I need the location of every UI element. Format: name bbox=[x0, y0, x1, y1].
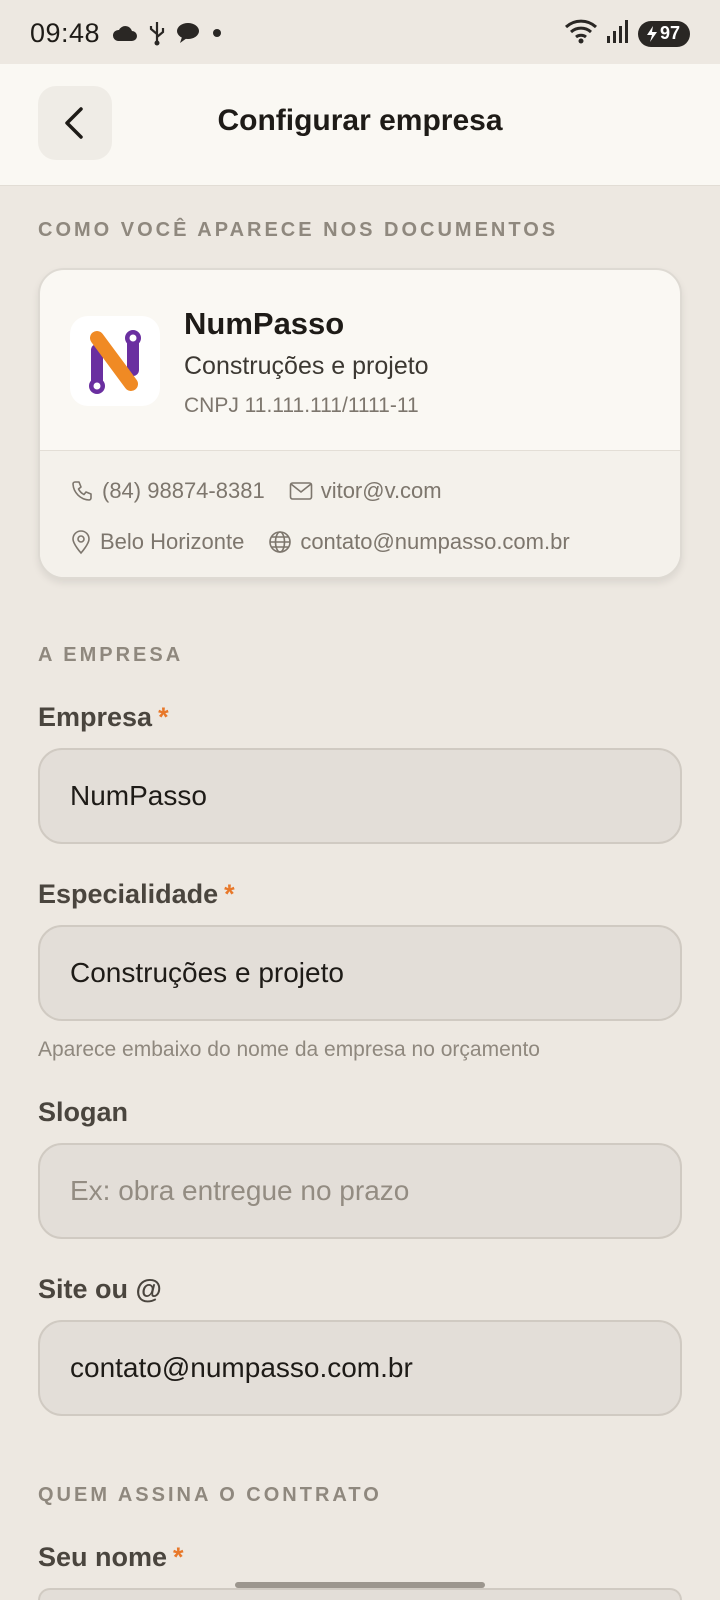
seu-nome-label-text: Seu nome bbox=[38, 1542, 168, 1572]
slogan-label: Slogan bbox=[38, 1097, 129, 1127]
phone-icon bbox=[72, 481, 92, 501]
preview-city: Belo Horizonte bbox=[70, 529, 244, 555]
wifi-icon bbox=[564, 18, 598, 49]
battery-level: 97 bbox=[660, 23, 681, 43]
especialidade-label-text: Especialidade bbox=[38, 879, 219, 909]
app-header: Configurar empresa bbox=[0, 64, 720, 186]
preview-phone: (84) 98874-8381 bbox=[70, 478, 265, 504]
cloud-icon bbox=[112, 23, 138, 48]
preview-email: vitor@v.com bbox=[289, 478, 442, 504]
signal-icon bbox=[606, 18, 630, 49]
page-title: Configurar empresa bbox=[217, 104, 503, 137]
chat-bubble-icon bbox=[176, 22, 200, 49]
contact-row-2: Belo Horizonte contato@numpasso.com.br bbox=[70, 529, 594, 555]
globe-icon bbox=[269, 531, 292, 553]
system-icons: 97 bbox=[564, 18, 690, 49]
especialidade-helper: Aparece embaixo do nome da empresa no or… bbox=[38, 1038, 540, 1061]
notification-icons bbox=[112, 20, 224, 51]
contact-row-1: (84) 98874-8381 vitor@v.com bbox=[70, 478, 466, 504]
status-time: 09:48 bbox=[30, 18, 101, 48]
seu-nome-label: Seu nome * bbox=[38, 1542, 184, 1573]
preview-site-text: contato@numpasso.com.br bbox=[300, 529, 570, 554]
required-mark: * bbox=[224, 879, 235, 909]
empresa-label: Empresa * bbox=[38, 702, 169, 733]
especialidade-input[interactable] bbox=[38, 925, 682, 1021]
empresa-input[interactable] bbox=[38, 748, 682, 844]
usb-icon bbox=[148, 20, 166, 51]
site-label: Site ou @ bbox=[38, 1274, 162, 1304]
preview-specialty: Construções e projeto bbox=[184, 352, 429, 380]
numpasso-logo-icon bbox=[89, 330, 141, 394]
document-preview-card: NumPasso Construções e projeto CNPJ 11.1… bbox=[38, 268, 682, 579]
site-input[interactable] bbox=[38, 1320, 682, 1416]
preview-email-text: vitor@v.com bbox=[320, 478, 442, 503]
battery-icon: 97 bbox=[638, 20, 690, 47]
preview-contact-info: (84) 98874-8381 vitor@v.com Belo Horizon… bbox=[40, 450, 680, 577]
gesture-nav-handle[interactable] bbox=[235, 1582, 485, 1588]
company-logo bbox=[70, 316, 160, 406]
preview-card-header: NumPasso Construções e projeto CNPJ 11.1… bbox=[40, 270, 680, 450]
company-section-label: A EMPRESA bbox=[38, 644, 184, 666]
especialidade-label: Especialidade * bbox=[38, 879, 235, 910]
preview-cnpj: CNPJ 11.111.111/1111-11 bbox=[184, 394, 419, 417]
required-mark: * bbox=[158, 702, 169, 732]
required-mark: * bbox=[173, 1542, 184, 1572]
preview-site: contato@numpasso.com.br bbox=[268, 529, 570, 555]
mail-icon bbox=[289, 482, 312, 500]
preview-city-text: Belo Horizonte bbox=[100, 529, 245, 554]
slogan-input[interactable] bbox=[38, 1143, 682, 1239]
preview-section-label: COMO VOCÊ APARECE NOS DOCUMENTOS bbox=[38, 219, 559, 241]
preview-company-name: NumPasso bbox=[184, 306, 345, 341]
location-pin-icon bbox=[72, 530, 90, 555]
empresa-label-text: Empresa bbox=[38, 702, 153, 732]
seu-nome-input[interactable] bbox=[38, 1588, 682, 1600]
signer-section-label: QUEM ASSINA O CONTRATO bbox=[38, 1484, 382, 1506]
status-bar: 09:48 97 bbox=[0, 0, 720, 64]
dot-icon bbox=[210, 26, 224, 45]
preview-phone-text: (84) 98874-8381 bbox=[102, 478, 265, 503]
